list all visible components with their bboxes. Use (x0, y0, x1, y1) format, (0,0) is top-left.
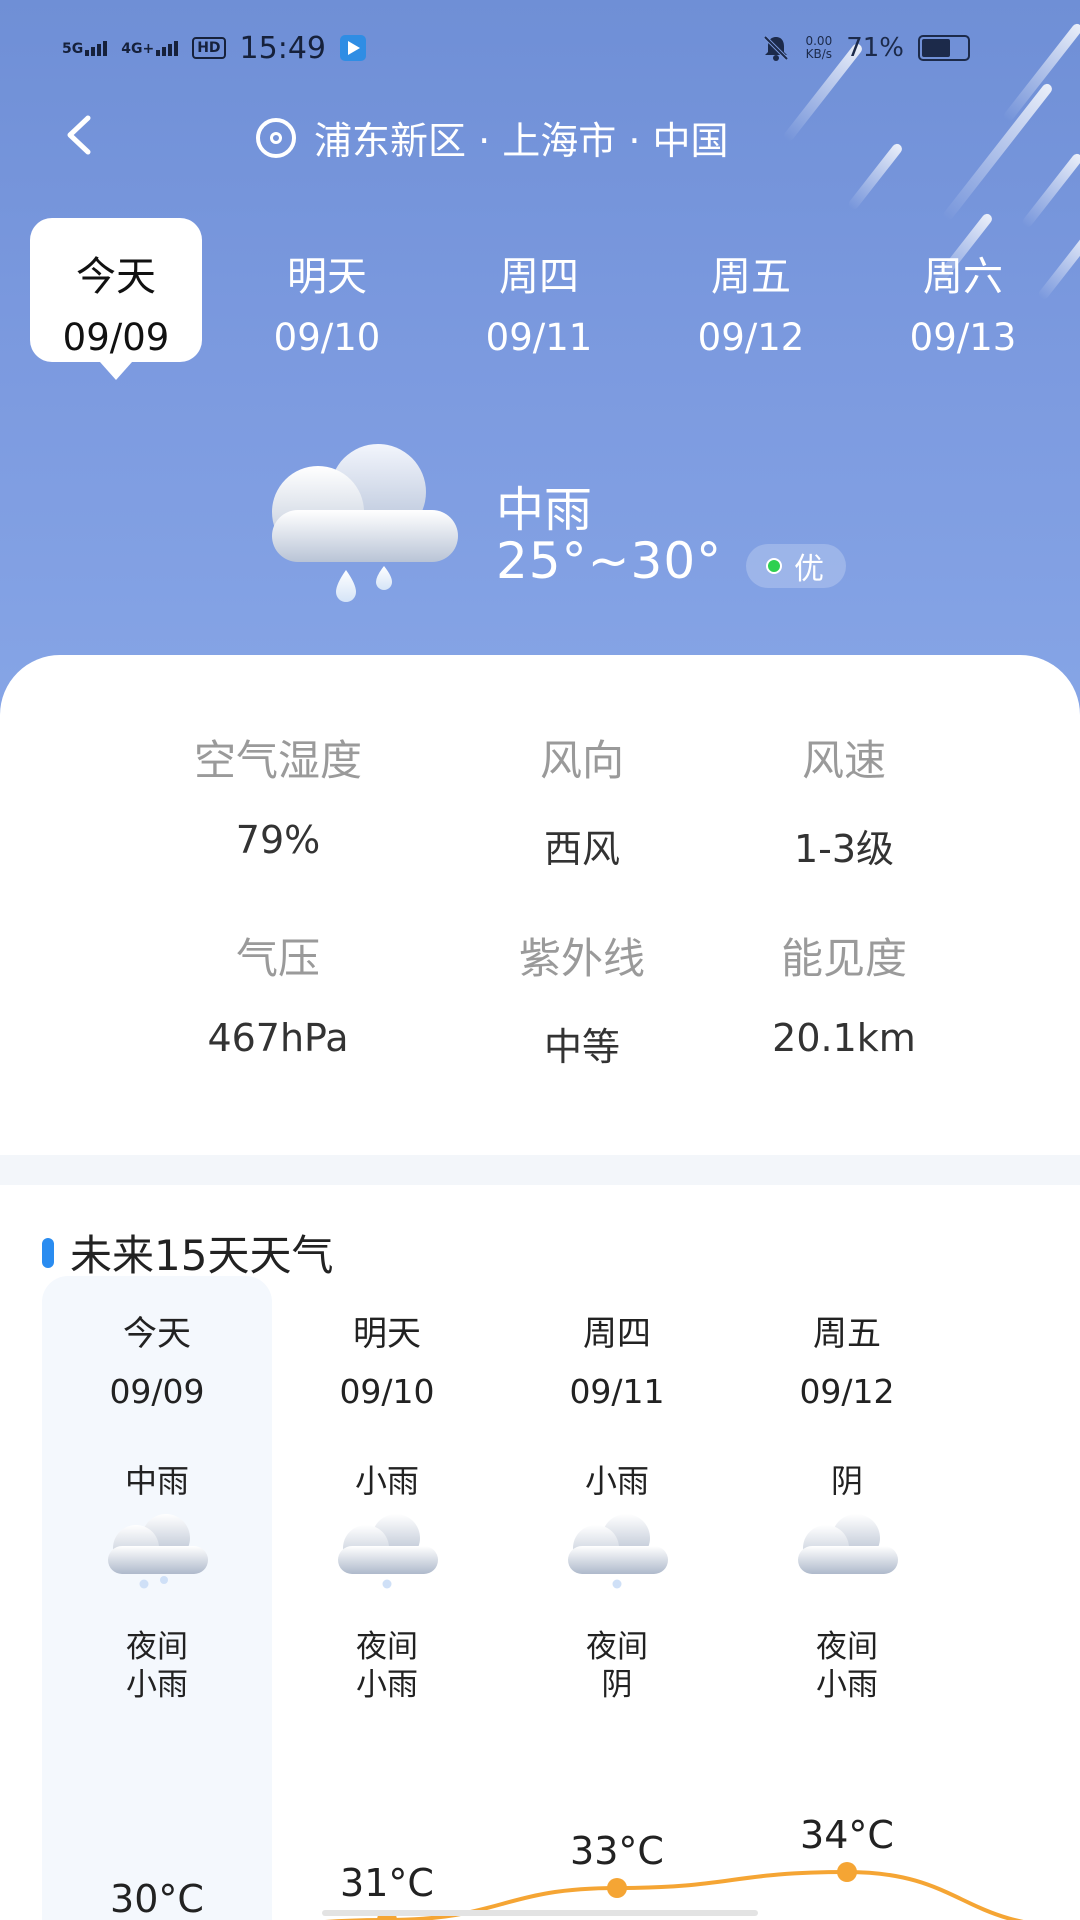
temperature-label: 33°C (570, 1829, 664, 1873)
day-date: 09/12 (697, 316, 805, 359)
cloud-rain-icon (272, 444, 458, 602)
forecast-15-day[interactable]: 今天 09/09 中雨 夜间 小雨 明天 09/10 小雨 夜间 小雨 周四 09/11 小雨 夜间 … (42, 1276, 1037, 1920)
weather-details-card: 空气湿度 79% 风向 西风 风速 1-3级 气压 467hPa 紫外线 中等 … (0, 655, 1080, 1155)
app-notification-icon (340, 35, 367, 61)
metric-label: 风速 (801, 736, 886, 785)
metric-label: 紫外线 (518, 934, 645, 983)
metric-label: 能见度 (780, 934, 907, 983)
temperature-label: 34°C (800, 1813, 894, 1857)
metric-value: 中等 (543, 1025, 620, 1069)
battery-percent: 71% (846, 33, 904, 63)
day-tab-today[interactable]: 今天 09/09 (30, 218, 202, 380)
scroll-indicator (322, 1910, 758, 1916)
day-tab[interactable]: 明天 09/10 (241, 218, 413, 362)
day-tab[interactable]: 周六 09/13 (877, 218, 1049, 362)
temperature-label: 30°C (110, 1877, 204, 1920)
day-date: 09/13 (909, 316, 1017, 359)
temperature-curve-chart: 30°C 31°C 33°C 34°C (110, 1813, 1024, 1920)
metric-wind-speed: 风速 1-3级 (714, 727, 974, 873)
day-date: 09/09 (62, 316, 170, 359)
day-date: 09/11 (485, 316, 593, 359)
current-temp-range: 25°~30° (496, 532, 723, 590)
day-name: 明天 (287, 254, 367, 300)
metric-uv: 紫外线 中等 (452, 925, 712, 1071)
metric-value: 467hPa (207, 1016, 349, 1060)
status-time: 15:49 (239, 30, 327, 66)
top-bar: 浦东新区 · 上海市 · 中国 (0, 100, 1080, 170)
location-pin-icon (256, 117, 296, 158)
back-arrow-icon[interactable] (60, 112, 100, 158)
day-name: 周六 (923, 254, 1003, 300)
day-tab[interactable]: 周四 09/11 (453, 218, 625, 362)
bell-muted-icon (764, 35, 789, 61)
title-accent-bar (42, 1237, 54, 1268)
temperature-label: 31°C (340, 1861, 434, 1905)
temperature-point (607, 1878, 627, 1898)
forecast-title-text: 未来15天天气 (70, 1231, 334, 1280)
metric-wind-direction: 风向 西风 (452, 727, 712, 873)
metric-label: 气压 (235, 934, 320, 983)
network-speed: 0.00 KB/s (805, 34, 833, 61)
metric-label: 风向 (539, 736, 624, 785)
location-selector[interactable]: 浦东新区 · 上海市 · 中国 (256, 110, 728, 165)
metric-label: 空气湿度 (193, 736, 362, 785)
metric-pressure: 气压 467hPa (148, 925, 408, 1060)
status-bar: 5G 4G+ HD 15:49 0.00 KB/s 71% (0, 0, 1080, 96)
metric-visibility: 能见度 20.1km (714, 925, 974, 1060)
day-tabs: 今天 09/09 明天 09/10 周四 09/11 周五 09/12 周六 0… (0, 218, 1080, 380)
signal-5g-icon: 5G (62, 40, 108, 56)
metric-value: 1-3级 (793, 827, 895, 871)
metric-value: 西风 (543, 827, 620, 871)
day-name: 周四 (499, 254, 579, 300)
hd-voice-icon: HD (192, 37, 226, 59)
aqi-dot-icon (766, 558, 782, 574)
day-name: 周五 (711, 254, 791, 300)
forecast-title: 未来15天天气 (42, 1222, 333, 1283)
section-divider (0, 1155, 1080, 1185)
signal-4g-icon: 4G+ (121, 40, 179, 56)
current-condition: 中雨 (496, 482, 593, 538)
metric-humidity: 空气湿度 79% (148, 727, 408, 862)
metric-value: 79% (235, 818, 321, 862)
battery-icon (918, 35, 970, 61)
temperature-point (837, 1862, 857, 1882)
day-tab[interactable]: 周五 09/12 (665, 218, 837, 362)
aqi-badge[interactable]: 优 (746, 544, 846, 588)
day-name: 今天 (76, 254, 156, 300)
aqi-label: 优 (794, 552, 824, 587)
current-weather: 中雨 25°~30° 优 (260, 440, 1060, 620)
day-date: 09/10 (273, 316, 381, 359)
location-label: 浦东新区 · 上海市 · 中国 (314, 119, 729, 163)
metric-value: 20.1km (772, 1016, 916, 1060)
